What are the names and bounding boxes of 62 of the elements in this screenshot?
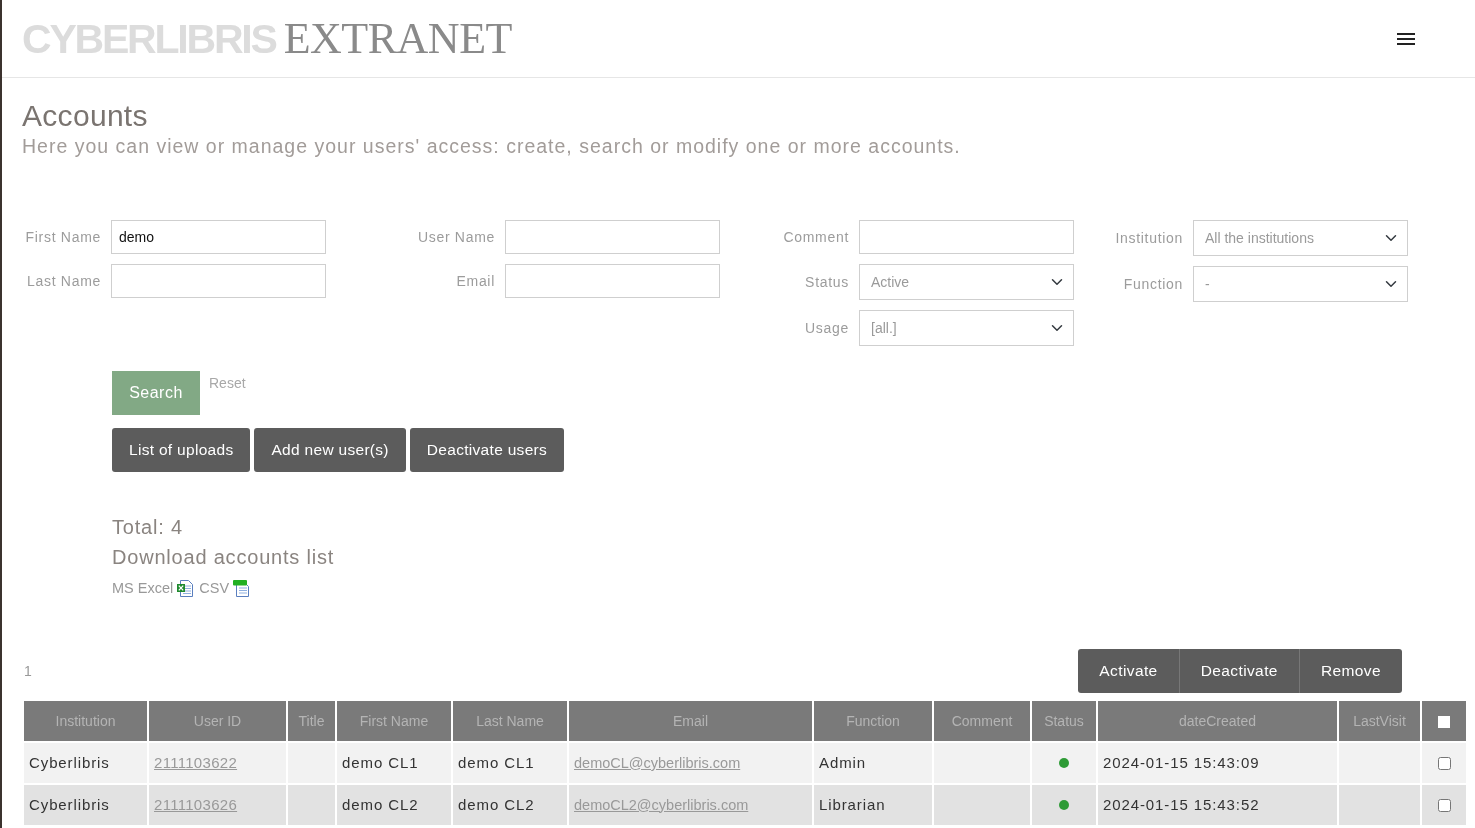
field-label: Institution [1114, 228, 1184, 248]
spreadsheet-file-icon [177, 579, 194, 597]
text-field[interactable] [505, 220, 720, 254]
dropdown[interactable]: All the institutions [1193, 220, 1408, 256]
dropdown[interactable]: Active [859, 264, 1074, 300]
text-field[interactable] [505, 264, 720, 298]
column-header[interactable]: Function [814, 701, 932, 741]
select-all-checkbox[interactable] [1438, 715, 1450, 728]
download-link[interactable]: MS Excel [112, 578, 174, 598]
menu-icon [1397, 32, 1415, 45]
column-header[interactable]: Email [569, 701, 812, 741]
action-button[interactable]: Remove [1298, 649, 1402, 693]
field-label: Function [1122, 274, 1184, 294]
table-cell: demo CL2 [453, 785, 567, 825]
dropdown[interactable]: [all.] [859, 310, 1074, 346]
column-header[interactable]: Status [1032, 701, 1096, 741]
action-button[interactable]: Deactivate [1178, 649, 1299, 693]
column-header[interactable]: Title [288, 701, 335, 741]
total-count: Total: 4 [112, 515, 184, 540]
field-label: First Name [24, 227, 102, 247]
column-header[interactable]: Institution [24, 701, 147, 741]
row-checkbox[interactable] [1437, 799, 1451, 813]
column-header[interactable]: Last Name [453, 701, 567, 741]
reset-link[interactable]: Reset [209, 367, 246, 394]
field-label: Email [455, 271, 496, 291]
table-cell: Cyberlibris [24, 743, 147, 783]
column-header[interactable]: LastVisit [1339, 701, 1420, 741]
field-label: Status [804, 272, 850, 292]
table-cell: demo CL1 [453, 743, 567, 783]
field-label: Comment [782, 227, 850, 247]
toolbar-button[interactable]: Add new user(s) [254, 428, 406, 472]
column-header[interactable]: User ID [149, 701, 286, 741]
download-heading: Download accounts list [112, 545, 336, 570]
text-field[interactable]: demo [111, 220, 326, 254]
field-label: User Name [416, 227, 496, 247]
text-field[interactable] [859, 220, 1074, 254]
toolbar-button[interactable]: List of uploads [112, 428, 251, 472]
table-cell: demo CL2 [337, 785, 451, 825]
download-link[interactable]: CSV [199, 578, 230, 598]
field-label: Last Name [26, 271, 102, 291]
table-cell: Librarian [814, 785, 932, 825]
column-header[interactable]: Comment [934, 701, 1030, 741]
table-cell: 2024-01-15 15:43:09 [1098, 743, 1337, 783]
table-cell: Admin [814, 743, 932, 783]
toolbar-button[interactable]: Deactivate users [409, 428, 565, 472]
dropdown[interactable]: - [1193, 266, 1408, 302]
row-checkbox[interactable] [1437, 757, 1451, 771]
menu-button[interactable] [1397, 32, 1415, 45]
page-title: Accounts [22, 98, 149, 134]
column-header[interactable]: First Name [337, 701, 451, 741]
table-cell: Cyberlibris [24, 785, 147, 825]
document-icon [233, 579, 250, 597]
page-description: Here you can view or manage your users' access: create, search or modify one or more accounts. [22, 134, 962, 158]
text-field[interactable] [111, 264, 326, 298]
field-label: Usage [804, 318, 850, 338]
column-header[interactable]: dateCreated [1098, 701, 1337, 741]
page-link[interactable]: 1 [22, 660, 32, 682]
search-button[interactable]: Search [112, 371, 200, 415]
action-button[interactable]: Activate [1078, 649, 1179, 693]
table-cell: 2024-01-15 15:43:52 [1098, 785, 1337, 825]
logo-wordmark-suffix[interactable]: EXTRANET [283, 16, 512, 61]
table-cell: demo CL1 [337, 743, 451, 783]
